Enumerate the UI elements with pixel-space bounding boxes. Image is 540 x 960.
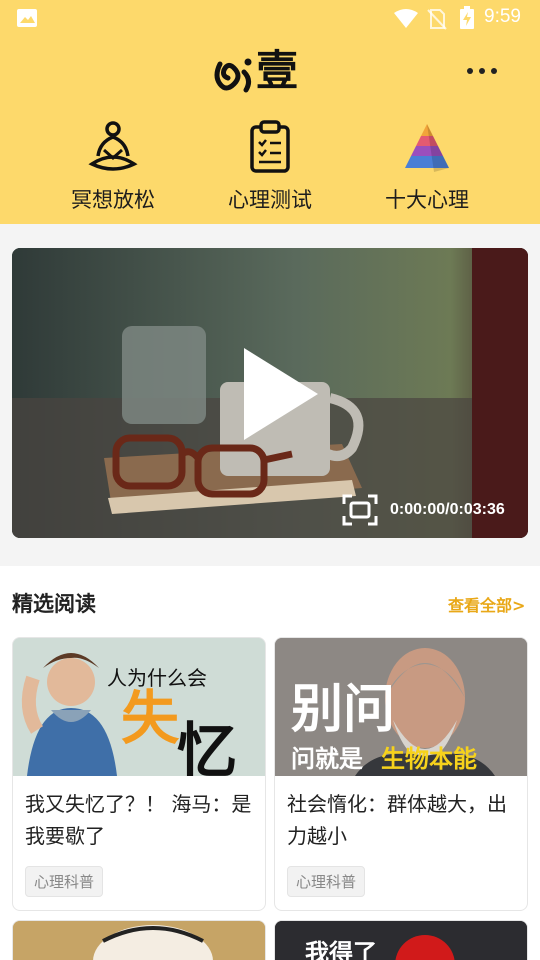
article-card[interactable]: 别问 问就是 生物本能 社会惰化：群体越大，出力越小 心理科普 <box>274 637 528 911</box>
fullscreen-icon[interactable] <box>342 494 378 526</box>
status-time: 9:59 <box>484 6 521 27</box>
article-tag: 心理科普 <box>287 866 366 897</box>
app-header: 壹 冥想放松 心理测试 十大心理 <box>0 36 540 224</box>
video-player[interactable]: 0:00:00/0:03:36 <box>12 248 528 538</box>
wifi-icon <box>394 9 418 28</box>
section-title: 精选阅读 <box>12 592 96 616</box>
quick-action-label: 冥想放松 <box>71 188 155 212</box>
more-menu-button[interactable] <box>458 56 506 86</box>
article-thumbnail: 人为什么会 失 忆 <box>13 638 265 776</box>
article-thumbnail: 别问 问就是 生物本能 <box>275 638 527 776</box>
meditation-icon <box>88 121 138 171</box>
battery-charging-icon <box>460 6 474 29</box>
see-all-link[interactable]: 查看全部> <box>448 592 525 616</box>
thumb-text-big: 失 <box>121 684 180 752</box>
article-title: 社会惰化：群体越大，出力越小 <box>287 792 507 848</box>
quick-action-label: 十大心理 <box>385 188 469 212</box>
status-bar: 9:59 <box>0 0 540 36</box>
more-dot-icon <box>467 68 473 74</box>
thumb-text-big: 忆 <box>177 717 237 776</box>
quick-action-label: 心理测试 <box>228 188 312 212</box>
pyramid-icon <box>405 124 449 172</box>
article-card[interactable]: 我得了 <box>274 920 528 960</box>
thumb-text: 我得了 <box>305 939 377 960</box>
quick-action-meditation[interactable]: 冥想放松 <box>43 120 183 216</box>
app-logo: 壹 <box>212 48 304 96</box>
gallery-notification-icon <box>17 9 37 27</box>
heart-swirl-logo-icon <box>214 58 252 93</box>
more-dot-icon <box>491 68 497 74</box>
article-title: 我又失忆了？！ 海马：是我要歇了 <box>25 792 252 848</box>
video-time: 0:00:00/0:03:36 <box>390 501 505 518</box>
quick-action-top-ten[interactable]: 十大心理 <box>357 120 497 216</box>
play-button[interactable] <box>240 346 320 442</box>
more-dot-icon <box>479 68 485 74</box>
quick-action-psych-test[interactable]: 心理测试 <box>200 120 340 216</box>
clipboard-icon <box>250 120 290 173</box>
no-sim-icon <box>427 9 447 30</box>
thumb-text-big: 别问 <box>291 680 396 740</box>
logo-text: 壹 <box>256 46 299 95</box>
article-tag: 心理科普 <box>25 866 104 897</box>
article-thumbnail <box>13 921 265 960</box>
article-card[interactable] <box>12 920 266 960</box>
article-card[interactable]: 人为什么会 失 忆 我又失忆了？！ 海马：是我要歇了 心理科普 <box>12 637 266 911</box>
thumb-text-right: 生物本能 <box>381 745 477 773</box>
thumb-text-left: 问就是 <box>291 745 363 773</box>
